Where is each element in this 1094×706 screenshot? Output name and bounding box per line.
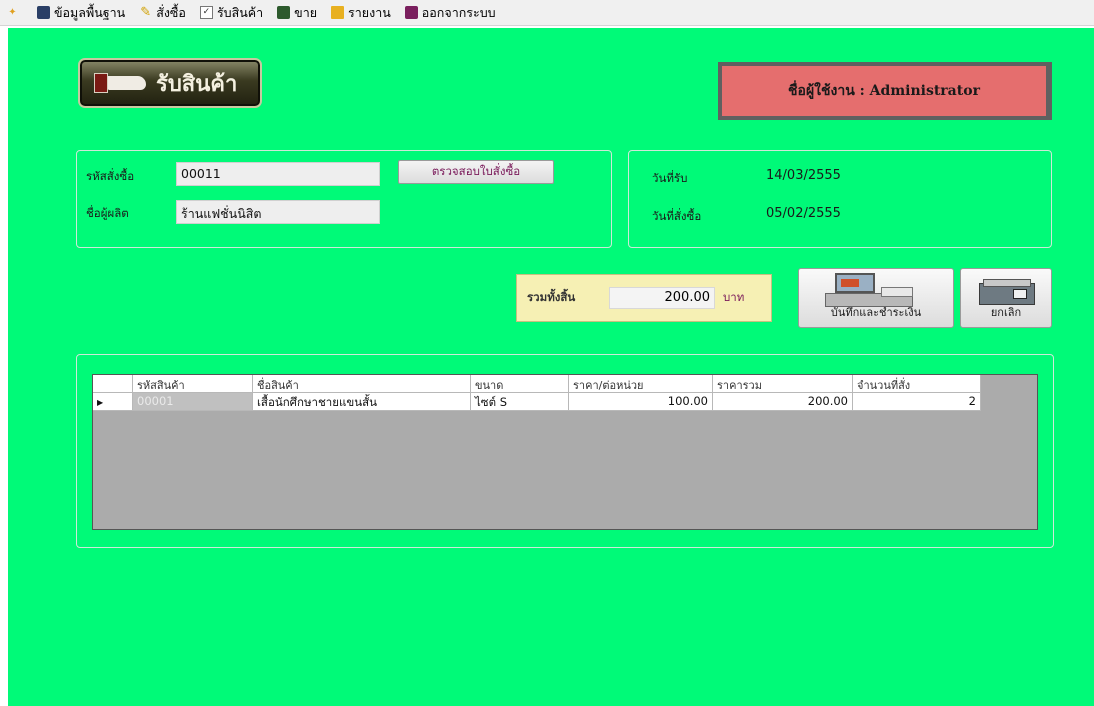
menu-item-receive[interactable]: ✓ รับสินค้า [199,3,264,23]
total-price-cell[interactable]: 200.00 [713,393,853,411]
cancel-label: ยกเลิก [990,306,1022,319]
grand-total-panel: รวมทั้งสิ้น 200.00 บาท [516,274,772,322]
row-pointer-icon: ▶ [97,398,104,407]
cash-register-icon [825,273,921,307]
sell-icon [277,6,291,19]
menu-item-master-data[interactable]: ข้อมูลพื้นฐาน [37,3,125,23]
order-icon: ✎ [140,5,152,20]
order-items-grid[interactable]: รหัสสินค้า ชื่อสินค้า ขนาด ราคา/ต่อหน่วย… [92,374,1038,530]
current-user-panel: ชื่อผู้ใช้งาน : Administrator [718,62,1052,120]
grand-total-label: รวมทั้งสิ้น [527,290,576,304]
menu-item-report[interactable]: รายงาน [331,3,391,23]
table-row[interactable]: ▶ 00001 เสื้อนักศึกษาชายแขนสั้น ไซต์ S 1… [93,393,981,411]
menu-app-icon[interactable]: ✦ [6,6,23,19]
grand-total-field: 200.00 [609,287,715,309]
supplier-label: ชื่อผู้ผลิต [86,206,129,220]
supplier-field[interactable]: ร้านแฟชั่นนิสิต [176,200,380,224]
database-icon [37,6,50,19]
current-user-label: ชื่อผู้ใช้งาน : Administrator [788,83,980,99]
save-and-pay-button[interactable]: บันทึกและชำระเงิน [798,268,954,328]
receive-date-label: วันที่รับ [652,171,688,185]
logout-icon [404,6,418,19]
order-date-label: วันที่สั่งซื้อ [652,209,702,223]
product-id-cell[interactable]: 00001 [133,393,253,411]
page-title-banner: รับสินค้า [78,58,262,108]
column-header[interactable]: รหัสสินค้า [133,375,253,393]
cash-drawer-icon [979,279,1035,305]
product-name-cell[interactable]: เสื้อนักศึกษาชายแขนสั้น [253,393,471,411]
menu-label: ข้อมูลพื้นฐาน [54,4,126,20]
menu-label: รับสินค้า [216,4,264,20]
size-cell[interactable]: ไซต์ S [471,393,569,411]
order-id-label: รหัสสั่งซื้อ [86,169,135,183]
cancel-button[interactable]: ยกเลิก [960,268,1052,328]
order-id-field[interactable]: 00011 [176,162,380,186]
column-header[interactable]: ชื่อสินค้า [253,375,471,393]
date-info-group [628,150,1052,248]
report-folder-icon [331,6,345,19]
app-icon: ✦ [8,6,17,18]
unit-price-cell[interactable]: 100.00 [569,393,713,411]
column-header[interactable]: ราคารวม [713,375,853,393]
column-header[interactable]: จำนวนที่สั่ง [853,375,981,393]
menu-bar: ✦ ข้อมูลพื้นฐาน ✎ สั่งซื้อ ✓ รับสินค้า ข… [0,0,1094,26]
order-date-value: 05/02/2555 [766,206,841,221]
menu-label: รายงาน [348,4,391,20]
grid-header-row: รหัสสินค้า ชื่อสินค้า ขนาด ราคา/ต่อหน่วย… [93,375,981,393]
row-header-corner [93,375,133,393]
receive-date-value: 14/03/2555 [766,168,841,183]
receive-icon: ✓ [199,6,213,19]
currency-unit-label: บาท [723,290,745,304]
page-title: รับสินค้า [156,70,238,97]
quantity-cell[interactable]: 2 [853,393,981,411]
save-and-pay-label: บันทึกและชำระเงิน [830,306,922,319]
current-row-indicator[interactable]: ▶ [93,393,133,411]
menu-label: ออกจากระบบ [421,4,496,20]
column-header[interactable]: ราคา/ต่อหน่วย [569,375,713,393]
check-order-button[interactable]: ตรวจสอบใบสั่งซื้อ [398,160,554,184]
menu-item-order[interactable]: ✎ สั่งซื้อ [139,3,186,23]
column-header[interactable]: ขนาด [471,375,569,393]
menu-item-sell[interactable]: ขาย [277,3,317,23]
form-workspace: รับสินค้า ชื่อผู้ใช้งาน : Administrator … [8,28,1094,706]
menu-item-logout[interactable]: ออกจากระบบ [404,3,496,23]
menu-label: สั่งซื้อ [156,4,186,20]
menu-label: ขาย [294,4,318,20]
receive-hand-icon [94,70,148,96]
